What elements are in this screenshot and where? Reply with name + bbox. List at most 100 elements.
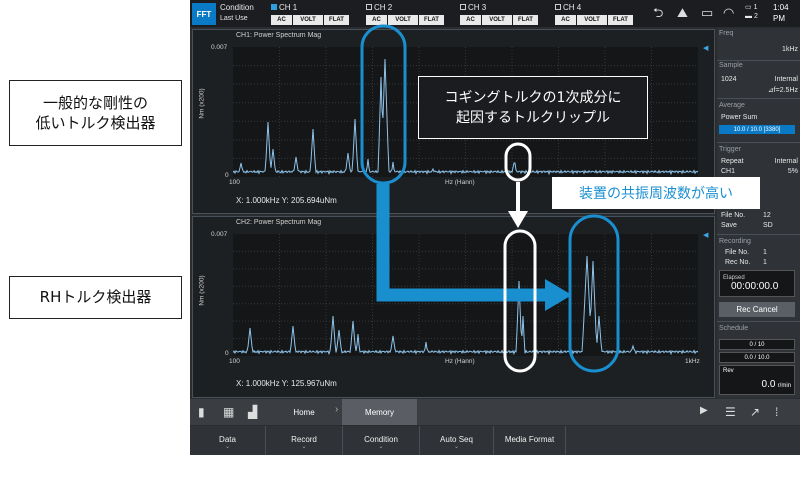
label-general-line2: 低いトルク検出器: [35, 114, 156, 132]
battery-icon: ▬: [745, 13, 752, 20]
last-use-label: Last Use: [220, 15, 248, 22]
label-general-detector: 一般的な剛性の 低いトルク検出器: [9, 80, 182, 146]
battery-2: 2: [753, 13, 758, 20]
freq-value: 1kHz: [782, 46, 798, 53]
divider: [717, 98, 800, 99]
ch1-x-center: Hz (Hann): [445, 179, 475, 186]
channel-2-header[interactable]: CH 2: [366, 3, 392, 12]
ch2-panel-title: CH2: Power Spectrum Mag: [236, 219, 322, 226]
ch3-flat-button[interactable]: FLAT: [513, 15, 538, 25]
checkbox-icon: [271, 4, 277, 10]
trigger-marker-icon: ◀: [703, 232, 709, 239]
rec-no-label: Rec No.: [725, 259, 751, 266]
freq-label: Freq: [719, 30, 734, 37]
channel-3-buttons: AC VOLT FLAT: [460, 15, 538, 25]
channel-1-header[interactable]: CH 1: [271, 3, 297, 12]
label-rh-text: RHトルク検出器: [39, 288, 152, 307]
condition-label: Condition: [220, 3, 254, 12]
list-icon[interactable]: ☰: [725, 405, 736, 419]
menu-condition[interactable]: Condition ⌄: [343, 426, 420, 455]
ch2-x-right: 1kHz: [685, 358, 700, 365]
instrument-screen: FFT Condition Last Use CH 1 AC VOLT FLAT…: [190, 0, 800, 455]
waveform-tool-icon[interactable]: ⛰: [677, 6, 688, 19]
chevron-down-icon: ⌄: [378, 444, 384, 450]
settings-sidebar: Freq 1kHz Sample 1024 Internal ⊿f=2.5Hz …: [717, 28, 800, 398]
tab-memory[interactable]: Memory: [342, 399, 417, 425]
ch1-volt-button[interactable]: VOLT: [293, 15, 323, 25]
ch2-panel[interactable]: CH2: Power Spectrum Mag Nm (x200) 0.007 …: [192, 216, 715, 398]
menu-auto-seq[interactable]: Auto Seq ⌄: [420, 426, 494, 455]
divider: [717, 234, 800, 235]
chevron-down-icon: ⌄: [301, 444, 307, 450]
chevron-down-icon: ⌄: [453, 444, 460, 450]
settings-grid-icon[interactable]: ⁞: [775, 405, 778, 419]
channel-4-header[interactable]: CH 4: [555, 3, 581, 12]
menu-record[interactable]: Record ⌄: [266, 426, 343, 455]
printer-icon[interactable]: ▭: [701, 6, 713, 19]
mode-fft-button[interactable]: FFT: [192, 3, 216, 25]
arrow-icon[interactable]: ↗: [750, 405, 760, 419]
save-label: Save: [721, 222, 737, 229]
ch4-flat-button[interactable]: FLAT: [608, 15, 633, 25]
ch3-ac-button[interactable]: AC: [460, 15, 481, 25]
elapsed-value: 00:00:00.0: [731, 281, 779, 292]
ch4-ac-button[interactable]: AC: [555, 15, 576, 25]
save-value: SD: [763, 222, 773, 229]
play-icon[interactable]: ▶: [700, 405, 708, 416]
clock-time: 1:04: [773, 3, 789, 12]
label-general-line1: 一般的な剛性の: [42, 93, 148, 112]
menu-data[interactable]: Data ⌄: [190, 426, 266, 455]
channel-3-header[interactable]: CH 3: [460, 3, 486, 12]
rev-label: Rev: [723, 368, 734, 374]
rec-cancel-button[interactable]: Rec Cancel: [719, 302, 795, 317]
menu-record-label: Record: [291, 435, 317, 444]
divider: [717, 60, 800, 61]
trigger-mode: Repeat: [721, 158, 744, 165]
ch1-ac-button[interactable]: AC: [271, 15, 292, 25]
battery-indicator: ▭ 1 ▬ 2: [745, 3, 758, 21]
chevron-down-icon: ⌄: [224, 444, 231, 450]
trigger-channel: CH1: [721, 168, 736, 175]
grid-icon[interactable]: ▦: [223, 405, 234, 419]
battery-1: 1: [753, 4, 758, 11]
trigger-label: Trigger: [719, 146, 741, 153]
ch1-y-bottom: 0: [225, 172, 229, 179]
ch2-volt-button[interactable]: VOLT: [388, 15, 418, 25]
channel-3-name: CH 3: [468, 3, 487, 12]
checkbox-icon: [555, 4, 561, 10]
sample-label: Sample: [719, 62, 743, 69]
ch3-volt-button[interactable]: VOLT: [482, 15, 512, 25]
ch2-plot-area: [232, 234, 699, 356]
rev-value: 0.0: [761, 379, 776, 390]
channel-4-buttons: AC VOLT FLAT: [555, 15, 633, 25]
ch2-y-label: Nm (x200): [198, 275, 206, 306]
menu-data-label: Data: [219, 435, 236, 444]
file-no-value: 12: [763, 212, 771, 219]
ch2-x-left: 100: [229, 358, 240, 365]
rec-file-value: 1: [763, 249, 767, 256]
rev-unit: r/min: [777, 383, 791, 389]
ch2-ac-button[interactable]: AC: [366, 15, 387, 25]
menu-media-format-label: Media Format: [504, 435, 555, 444]
rec-no-value: 1: [763, 259, 767, 266]
nav-bar: ▮ ▦ ▟ Home › Memory ▶ ☰ ↗ ⁞: [190, 399, 800, 425]
schedule-label: Schedule: [719, 325, 749, 332]
return-icon[interactable]: ⮌: [653, 6, 663, 19]
ch2-x-center: Hz (Hann): [445, 358, 475, 365]
channel-4-name: CH 4: [563, 3, 582, 12]
waveform-icon[interactable]: ▟: [248, 405, 257, 419]
menu-media-format[interactable]: Media Format: [494, 426, 566, 455]
ch2-flat-button[interactable]: FLAT: [419, 15, 444, 25]
schedule-time: 0.0 / 10.0: [719, 352, 795, 363]
bar-chart-icon[interactable]: ▮: [198, 405, 205, 419]
sample-count: 1024: [721, 76, 737, 83]
ch1-flat-button[interactable]: FLAT: [324, 15, 349, 25]
trigger-level: 5%: [787, 168, 798, 175]
rec-file-label: File No.: [725, 249, 750, 256]
battery-icon: ▭: [745, 4, 752, 11]
tab-home[interactable]: Home: [274, 399, 334, 425]
resonance-label: 装置の共振周波数が高い: [552, 177, 760, 209]
channel-1-buttons: AC VOLT FLAT: [271, 15, 349, 25]
ch4-volt-button[interactable]: VOLT: [577, 15, 607, 25]
channel-1-name: CH 1: [279, 3, 298, 12]
